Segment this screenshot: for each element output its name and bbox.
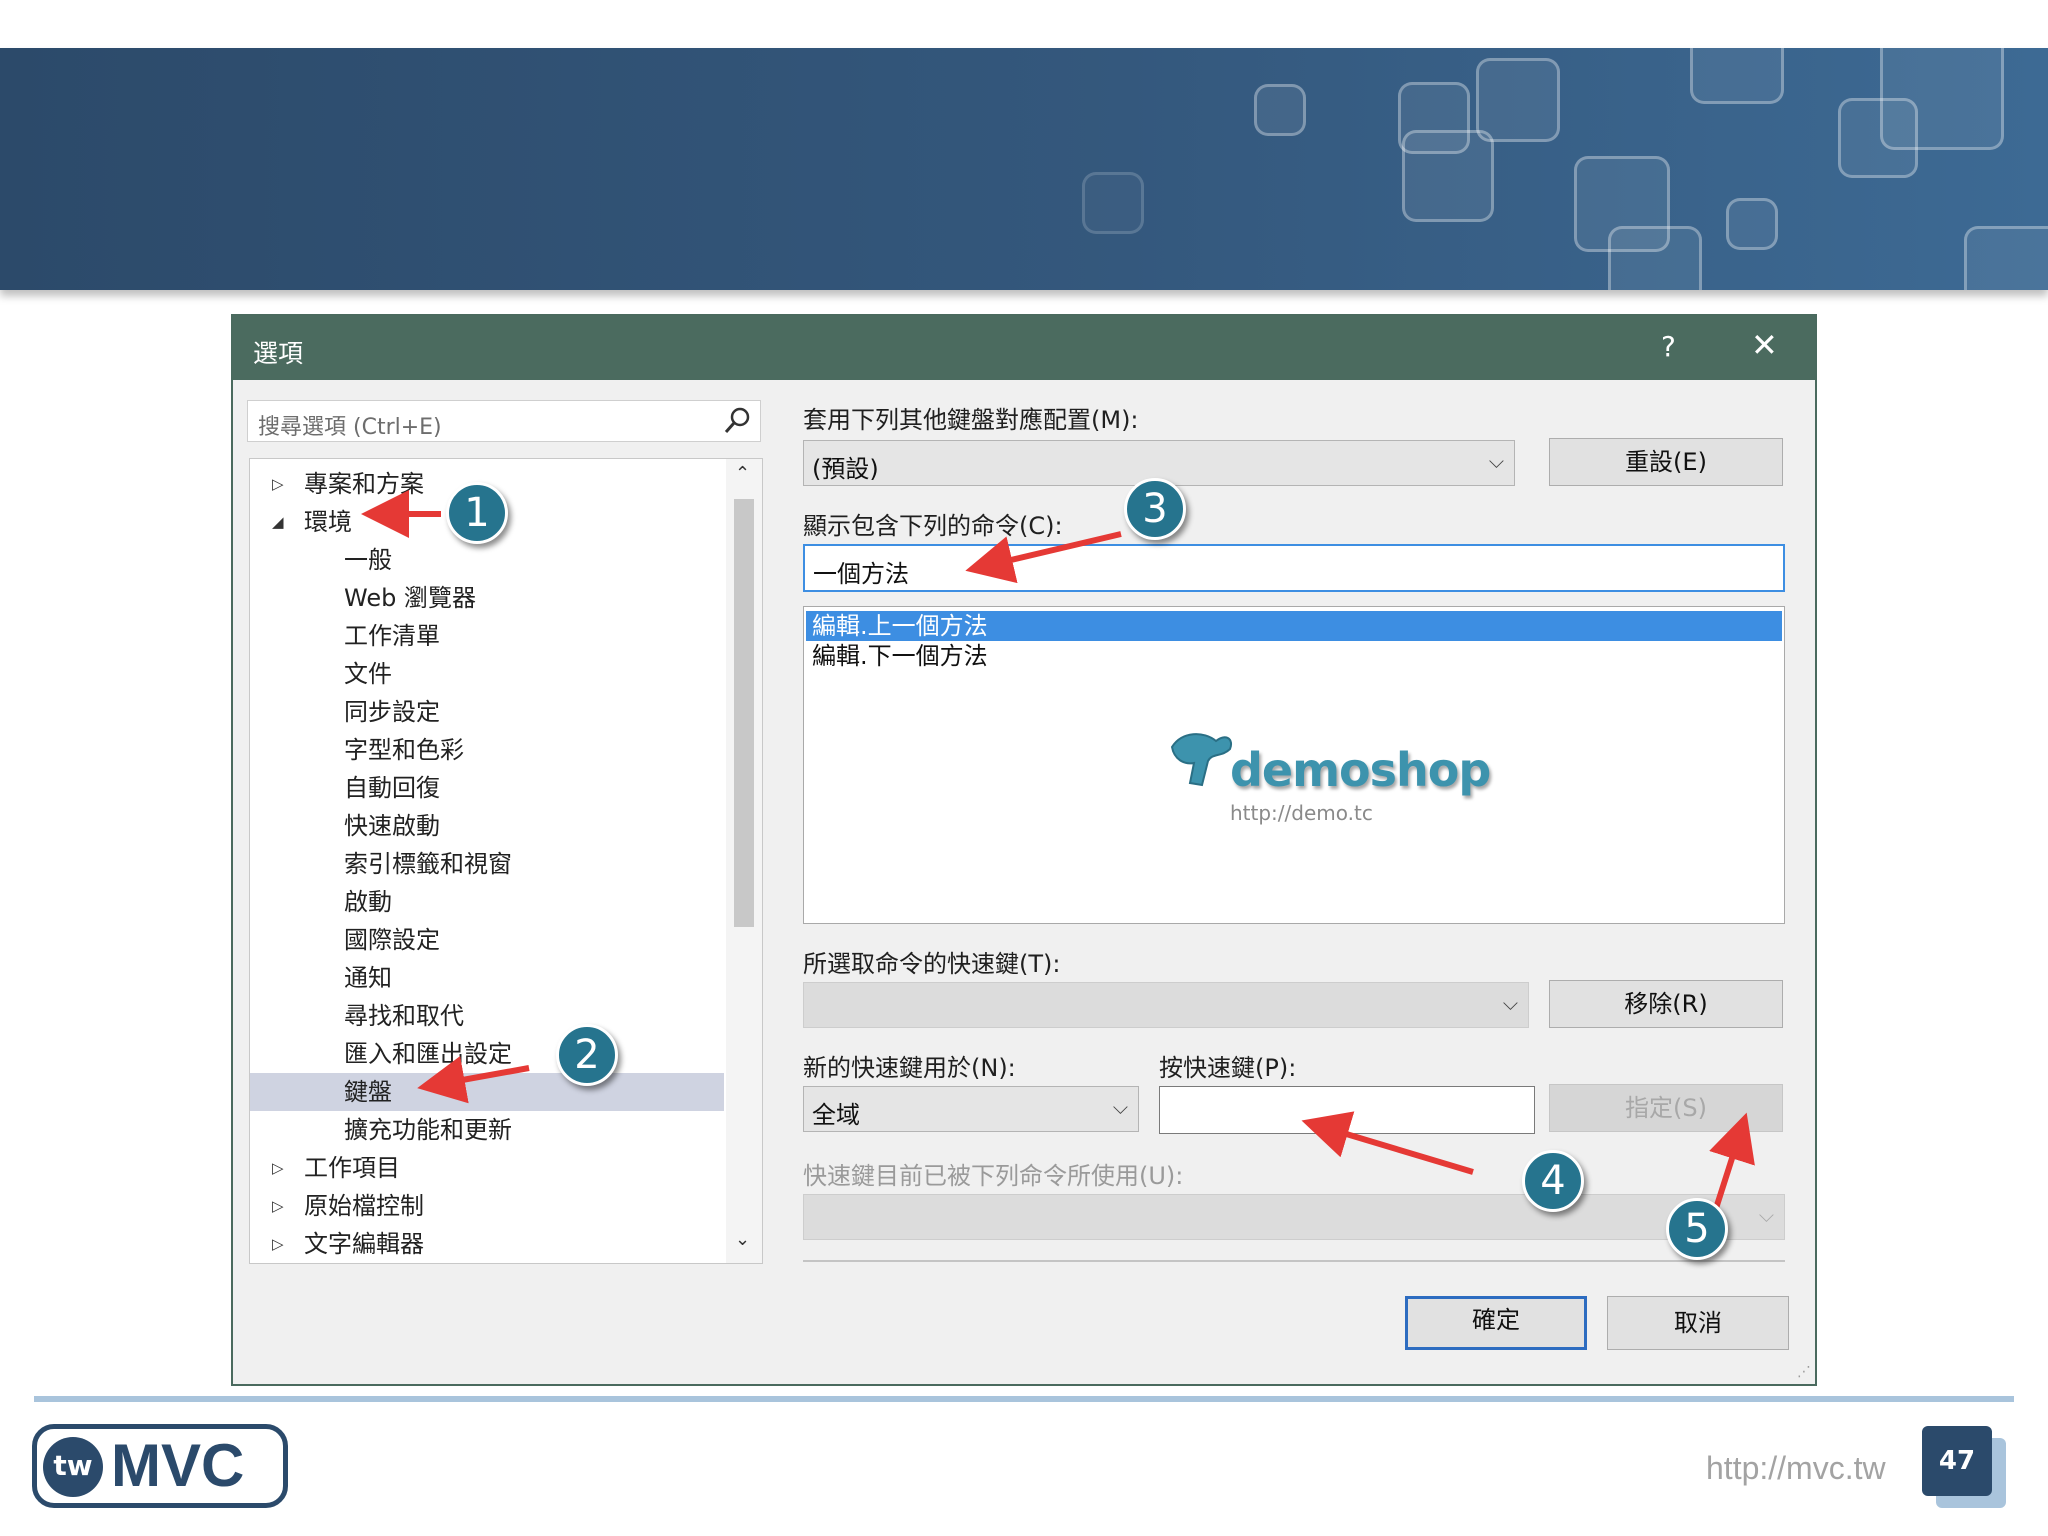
footer-line — [34, 1396, 2014, 1402]
page-number: 47 — [1922, 1426, 1992, 1496]
logo-tw: tw — [43, 1437, 103, 1497]
decor-square — [1964, 226, 2048, 290]
footer-url[interactable]: http://mvc.tw — [1706, 1450, 1886, 1487]
decor-square — [1402, 130, 1494, 222]
options-dialog: 選項 ? ✕ 搜尋選項 (Ctrl+E) ▷ 專案和方案 ◢ 環境 一般 Web 瀏… — [231, 314, 1817, 1386]
arrow-to-press-keys — [1301, 1111, 1474, 1175]
decor-square — [1476, 58, 1560, 142]
arrow-to-keyboard — [417, 1056, 530, 1104]
callout-4: 4 — [1522, 1150, 1584, 1212]
header-banner — [0, 48, 2048, 290]
callout-2: 2 — [556, 1024, 618, 1086]
decor-square — [1690, 48, 1784, 104]
decor-square — [1082, 172, 1144, 234]
twmvc-logo: tw MVC — [32, 1424, 288, 1508]
logo-mvc: MVC — [111, 1432, 245, 1499]
arrow-to-filter — [965, 531, 1122, 584]
callout-5: 5 — [1666, 1198, 1728, 1260]
callout-3: 3 — [1124, 478, 1186, 540]
decor-square — [1880, 48, 2004, 150]
decor-square — [1608, 226, 1702, 290]
decor-square — [1254, 84, 1306, 136]
callout-1: 1 — [446, 482, 508, 544]
annotation-arrows — [361, 490, 1755, 1225]
decor-square — [1726, 198, 1778, 250]
